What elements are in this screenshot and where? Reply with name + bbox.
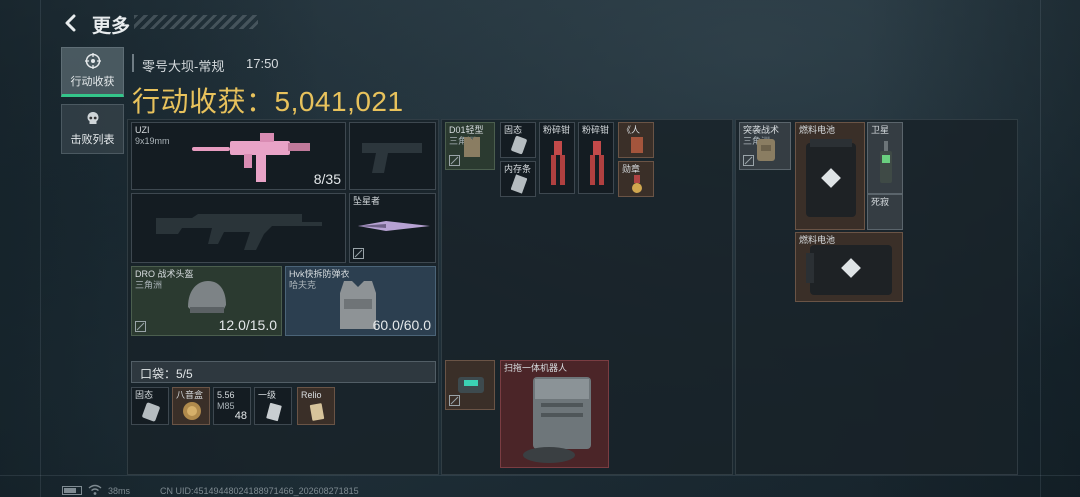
ping-readout: 38ms xyxy=(108,486,131,496)
tab-operation-loot[interactable]: 行动收获 xyxy=(61,47,124,97)
grid-line xyxy=(1040,0,1041,497)
ssd-icon xyxy=(511,135,527,155)
rifle-silhouette-icon xyxy=(156,214,322,250)
book-icon xyxy=(631,137,643,153)
wifi-icon xyxy=(88,484,102,495)
satellite-phone-icon xyxy=(880,141,892,183)
tab-label: 击败列表 xyxy=(70,134,115,146)
item-name: 5.56 xyxy=(217,390,235,400)
item-name: 固态 xyxy=(135,390,154,400)
fuel-cell-icon xyxy=(806,245,892,295)
back-button[interactable] xyxy=(58,10,84,36)
chest-item[interactable]: 《人 xyxy=(618,122,654,158)
fuel-cell-icon xyxy=(806,139,856,217)
insured-mark-icon xyxy=(743,155,754,166)
item-name: 粉碎钳 xyxy=(582,125,610,135)
page-title: 更多 xyxy=(92,16,131,37)
loot-value: 行动收获：5,041,021 xyxy=(132,86,404,117)
bolt-cutter-icon xyxy=(590,141,604,185)
pocket-item[interactable]: 5.56 M85 48 xyxy=(213,387,251,425)
user-uid: CN UID:45149448024188971466_202608271815 xyxy=(160,486,359,496)
tech-device-icon xyxy=(458,377,484,393)
info-divider xyxy=(132,54,134,72)
item-name: 死寂 xyxy=(871,197,890,207)
pocket-item[interactable]: 固态 xyxy=(131,387,169,425)
item-name: 燃料电池 xyxy=(799,125,836,135)
skull-icon xyxy=(87,112,98,124)
insured-mark-icon xyxy=(449,155,460,166)
grid-line xyxy=(40,0,41,497)
chevron-left-icon xyxy=(65,14,76,32)
pocket-item[interactable]: 八音盒 xyxy=(172,387,210,425)
armor-slot[interactable]: Hvk快拆防弹衣 哈夫克 60.0/60.0 xyxy=(285,266,436,336)
helmet-durability: 12.0/15.0 xyxy=(218,317,277,333)
secondary-weapon-slot[interactable] xyxy=(131,193,346,263)
weapon-caliber: 9x19mm xyxy=(135,136,170,146)
item-sub: M85 xyxy=(217,401,235,411)
bolt-cutter-icon xyxy=(551,141,565,185)
item-name: 扫拖一体机器人 xyxy=(504,363,568,373)
insured-mark-icon xyxy=(135,321,146,332)
chest-item[interactable]: 固态 xyxy=(500,122,536,158)
helmet-brand: 三角洲 xyxy=(135,280,163,290)
backpack-item[interactable]: 突袭战术 三角洲 xyxy=(739,122,791,170)
armor-brand: 哈夫克 xyxy=(289,280,317,290)
tab-kill-list[interactable]: 击败列表 xyxy=(61,104,124,154)
chest-rig-item[interactable]: D01轻型 三角洲 xyxy=(445,122,495,170)
vest-icon xyxy=(464,137,480,157)
item-name: 卫星 xyxy=(871,125,890,135)
map-name: 零号大坝-常规 xyxy=(142,59,225,74)
title-stripe xyxy=(134,15,258,29)
chest-item[interactable]: 粉碎钳 xyxy=(578,122,614,194)
battery-icon xyxy=(62,486,82,495)
chest-item[interactable]: 粉碎钳 xyxy=(539,122,575,194)
item-name: 一级 xyxy=(258,390,277,400)
armor-durability: 60.0/60.0 xyxy=(372,317,431,333)
item-name: 粉碎钳 xyxy=(543,125,571,135)
tab-label: 行动收获 xyxy=(70,76,115,88)
dog-tag-item[interactable]: 死寂 xyxy=(867,194,903,230)
melee-name: 坠星者 xyxy=(353,196,381,206)
pocket-item[interactable]: 一级 xyxy=(254,387,292,425)
melee-slot[interactable]: 坠星者 xyxy=(349,193,436,263)
robot-vacuum-icon xyxy=(523,377,591,463)
fuel-cell-item[interactable]: 燃料电池 xyxy=(795,122,865,230)
backpack-icon xyxy=(757,139,775,161)
relic-icon xyxy=(309,403,325,421)
helmet-icon xyxy=(188,281,226,313)
grid-line xyxy=(0,475,1080,476)
item-name: Relio xyxy=(301,390,322,400)
music-box-icon xyxy=(183,402,201,420)
fuel-cell-item[interactable]: 燃料电池 xyxy=(795,232,903,302)
helmet-slot[interactable]: DRO 战术头盔 三角洲 12.0/15.0 xyxy=(131,266,282,336)
uzi-icon xyxy=(192,133,310,182)
pistol-silhouette-icon xyxy=(362,143,422,173)
knife-icon xyxy=(358,221,430,231)
pockets-header: 口袋：5/5 xyxy=(131,361,436,383)
robot-vacuum-item[interactable]: 扫拖一体机器人 xyxy=(500,360,609,468)
weapon-name: UZI xyxy=(135,125,150,135)
insured-mark-icon xyxy=(353,248,364,259)
primary-weapon-slot[interactable]: UZI 9x19mm 8/35 xyxy=(131,122,346,190)
match-time: 17:50 xyxy=(246,56,279,71)
medal-icon xyxy=(632,175,642,193)
ssd-icon xyxy=(142,402,160,422)
crosshair-icon xyxy=(84,53,101,69)
memory-stick-icon xyxy=(511,174,527,194)
ammo-count: 8/35 xyxy=(313,171,341,187)
chest-item[interactable]: 内存条 xyxy=(500,161,536,197)
satphone-item[interactable]: 卫星 xyxy=(867,122,903,194)
chest-item[interactable]: 勋章 xyxy=(618,161,654,197)
pocket-item[interactable]: Relio xyxy=(297,387,335,425)
card-icon xyxy=(266,402,282,422)
insured-mark-icon xyxy=(449,395,460,406)
pistol-slot[interactable] xyxy=(349,122,436,190)
backpack-slot[interactable] xyxy=(445,360,495,410)
ammo-stack-count: 48 xyxy=(234,410,247,422)
